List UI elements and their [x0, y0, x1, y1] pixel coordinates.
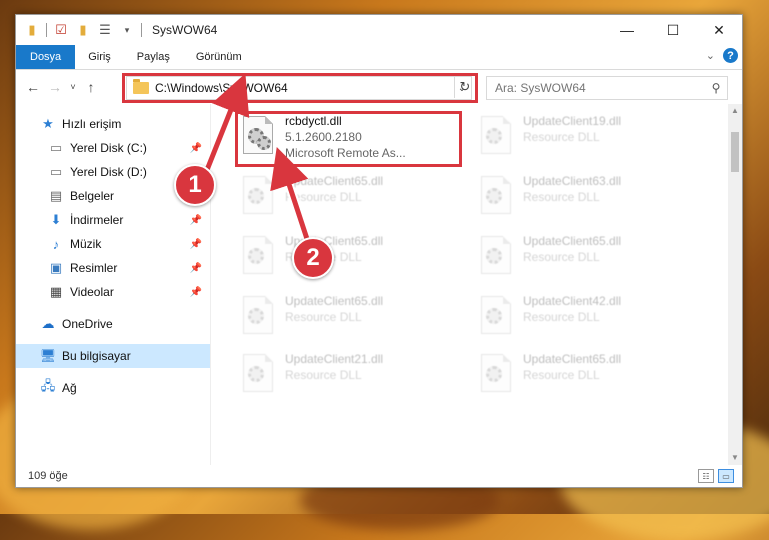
step-2-badge: 2 — [292, 237, 334, 279]
callout-arrows — [200, 73, 313, 244]
step-1-badge: 1 — [174, 164, 216, 206]
